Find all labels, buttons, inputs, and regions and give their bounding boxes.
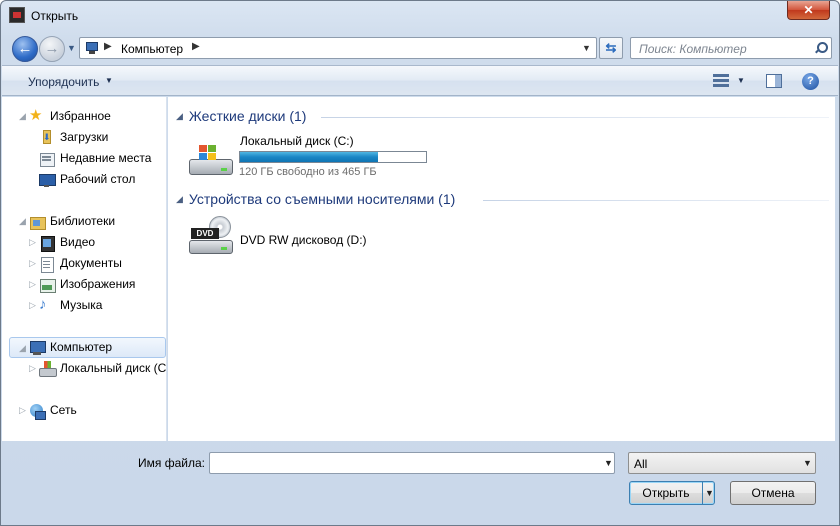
sidebar-item-recent-places[interactable]: Недавние места	[9, 148, 159, 169]
close-button[interactable]: ✕	[787, 1, 830, 20]
sidebar-item-computer[interactable]: ◢ Компьютер	[9, 337, 166, 358]
search-box[interactable]: Поиск: Компьютер	[630, 37, 832, 59]
sidebar-item-music[interactable]: ▷ ♪ Музыка	[9, 295, 159, 316]
computer-icon	[29, 340, 46, 356]
sidebar-item-downloads[interactable]: Загрузки	[9, 127, 159, 148]
drive-free-space: 120 ГБ свободно из 465 ГБ	[239, 166, 377, 178]
dvd-drive-icon[interactable]: DVD	[187, 216, 235, 256]
sidebar-item-label: Документы	[60, 256, 122, 270]
group-header-removable[interactable]: ◢ Устройства со съемными носителями (1)	[176, 191, 455, 207]
sidebar-item-label: Изображения	[60, 277, 136, 291]
filename-label: Имя файла:	[138, 456, 205, 470]
organize-button[interactable]: Упорядочить	[28, 75, 99, 89]
change-view-icon[interactable]	[713, 74, 729, 88]
title-bar[interactable]: Открыть ✕	[1, 1, 839, 31]
open-button[interactable]: Открыть ▼	[629, 481, 715, 505]
drive-name-d[interactable]: DVD RW дисковод (D:)	[240, 233, 367, 247]
refresh-button[interactable]: ⇆	[599, 37, 623, 59]
window-title: Открыть	[31, 9, 79, 23]
group-header-label: Устройства со съемными носителями (1)	[188, 191, 456, 207]
sidebar-item-documents[interactable]: ▷ Документы	[9, 253, 159, 274]
capacity-bar	[239, 151, 427, 163]
collapse-icon[interactable]: ◢	[19, 343, 26, 354]
pictures-library-icon	[39, 277, 56, 293]
sidebar-item-desktop[interactable]: Рабочий стол	[9, 169, 159, 190]
sidebar-item-label: Недавние места	[60, 151, 152, 165]
content-pane	[168, 97, 835, 441]
file-type-select[interactable]: All ▼	[628, 452, 816, 474]
collapse-icon[interactable]: ◢	[19, 111, 26, 122]
address-dropdown-icon[interactable]: ▼	[582, 43, 591, 53]
capacity-bar-fill	[240, 152, 378, 162]
group-header-label: Жесткие диски (1)	[188, 108, 307, 124]
sidebar-item-label: Музыка	[60, 298, 103, 312]
breadcrumb-computer[interactable]: Компьютер	[121, 42, 183, 56]
libraries-icon	[29, 214, 46, 230]
expand-icon[interactable]: ▷	[29, 363, 36, 374]
sidebar-item-label: Видео	[60, 235, 96, 249]
split-divider	[702, 482, 703, 504]
sidebar-item-libraries[interactable]: ◢ Библиотеки	[9, 211, 159, 232]
sidebar-item-label: Компьютер	[50, 340, 113, 354]
star-icon: ★	[29, 107, 43, 124]
preview-pane-icon[interactable]	[766, 74, 782, 88]
command-bar: Упорядочить ▼ ▼ ?	[2, 65, 838, 96]
cancel-button[interactable]: Отмена	[730, 481, 816, 505]
sidebar-item-pictures[interactable]: ▷ Изображения	[9, 274, 159, 295]
open-file-dialog: Открыть ✕ ← → ▼ ▶ Компьютер ▶ ▼ ⇆ Поиск:…	[0, 0, 840, 526]
search-input[interactable]: Поиск: Компьютер	[639, 42, 747, 56]
collapse-icon[interactable]: ◢	[176, 111, 183, 121]
expand-icon[interactable]: ▷	[19, 405, 26, 416]
downloads-icon	[39, 130, 55, 146]
sidebar-item-label: Загрузки	[60, 130, 109, 144]
help-icon[interactable]: ?	[802, 73, 819, 90]
navigation-pane: ◢ ★ Избранное Загрузки Недавние места Ра…	[9, 97, 167, 441]
sidebar-item-label: Библиотеки	[50, 214, 116, 228]
sidebar-item-favorites[interactable]: ◢ ★ Избранное	[9, 106, 159, 127]
video-library-icon	[39, 235, 55, 252]
breadcrumb-chevron-icon[interactable]: ▶	[192, 41, 200, 52]
organize-chevron-down-icon[interactable]: ▼	[105, 76, 113, 85]
documents-library-icon	[39, 256, 55, 273]
drive-name-c[interactable]: Локальный диск (C:)	[240, 134, 354, 148]
expand-icon[interactable]: ▷	[29, 279, 36, 290]
hard-drive-icon[interactable]	[187, 141, 235, 181]
recent-places-icon	[39, 151, 55, 167]
filename-field[interactable]: ▼	[209, 452, 615, 474]
music-library-icon: ♪	[39, 296, 47, 313]
open-options-chevron-down-icon[interactable]: ▼	[705, 482, 714, 504]
sidebar-item-network[interactable]: ▷ Сеть	[9, 400, 159, 421]
dvd-badge: DVD	[191, 228, 219, 239]
sidebar-item-local-disk[interactable]: ▷ Локальный диск (C	[9, 358, 167, 379]
group-divider	[321, 117, 829, 118]
recent-pages-dropdown[interactable]: ▼	[67, 43, 76, 53]
local-disk-icon	[39, 361, 57, 377]
open-button-label[interactable]: Открыть	[630, 482, 702, 504]
computer-icon	[84, 41, 100, 55]
search-icon[interactable]	[813, 41, 828, 55]
expand-icon[interactable]: ▷	[29, 237, 36, 248]
views-chevron-down-icon[interactable]: ▼	[737, 76, 745, 85]
collapse-icon[interactable]: ◢	[176, 194, 183, 204]
file-type-value: All	[634, 457, 648, 471]
desktop-icon	[39, 172, 56, 188]
group-divider	[483, 200, 829, 201]
sidebar-item-label: Избранное	[50, 109, 111, 123]
expand-icon[interactable]: ▷	[29, 258, 36, 269]
back-button[interactable]: ←	[12, 36, 38, 62]
sidebar-item-label: Локальный диск (C	[60, 361, 167, 375]
app-icon	[9, 7, 25, 23]
sidebar-item-label: Сеть	[50, 403, 77, 417]
collapse-icon[interactable]: ◢	[19, 216, 26, 227]
filename-dropdown-icon[interactable]: ▼	[604, 458, 613, 468]
sidebar-item-video[interactable]: ▷ Видео	[9, 232, 159, 253]
group-header-hard-drives[interactable]: ◢ Жесткие диски (1)	[176, 108, 306, 124]
forward-button[interactable]: →	[39, 36, 65, 62]
network-icon	[29, 403, 46, 420]
file-type-chevron-down-icon[interactable]: ▼	[803, 458, 812, 468]
address-bar[interactable]: ▶ Компьютер ▶ ▼	[79, 37, 597, 59]
expand-icon[interactable]: ▷	[29, 300, 36, 311]
breadcrumb-separator-icon[interactable]: ▶	[104, 41, 112, 52]
sidebar-item-label: Рабочий стол	[60, 172, 136, 186]
